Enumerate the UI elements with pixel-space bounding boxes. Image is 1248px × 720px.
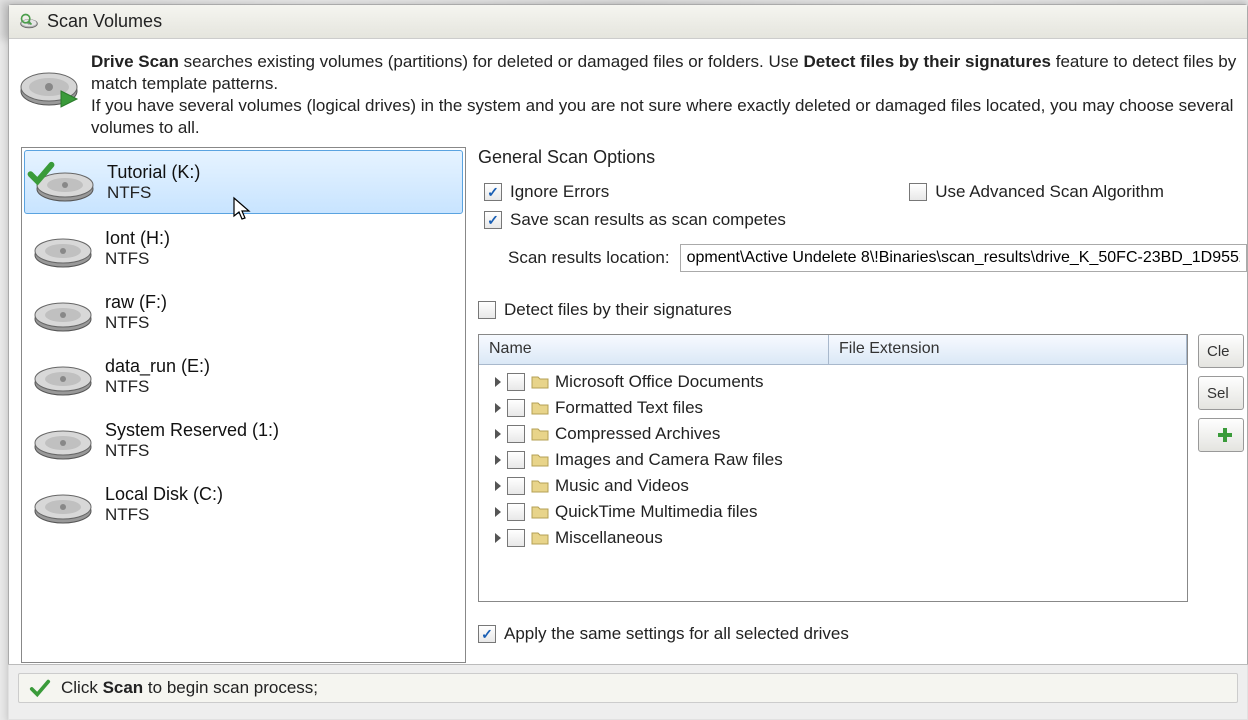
general-options-title: General Scan Options: [478, 147, 1247, 168]
category-label: Music and Videos: [555, 476, 689, 496]
folder-icon: [531, 452, 549, 468]
category-checkbox[interactable]: [507, 399, 525, 417]
expand-icon[interactable]: [495, 507, 501, 517]
volume-item[interactable]: System Reserved (1:)NTFS: [22, 408, 465, 472]
category-label: Formatted Text files: [555, 398, 703, 418]
detect-signatures-label: Detect files by their signatures: [504, 300, 732, 320]
folder-icon: [531, 478, 549, 494]
expand-icon[interactable]: [495, 533, 501, 543]
volume-name: raw (F:): [105, 292, 167, 313]
add-button[interactable]: [1198, 418, 1244, 452]
category-label: Compressed Archives: [555, 424, 720, 444]
volume-item[interactable]: data_run (E:)NTFS: [22, 344, 465, 408]
location-input[interactable]: [680, 244, 1247, 272]
folder-icon: [531, 400, 549, 416]
expand-icon[interactable]: [495, 481, 501, 491]
category-checkbox[interactable]: [507, 477, 525, 495]
signature-category-row[interactable]: Music and Videos: [481, 473, 1185, 499]
scan-icon: [19, 12, 39, 32]
drive-scan-icon: [17, 51, 81, 115]
drive-icon: [31, 355, 95, 397]
volume-name: System Reserved (1:): [105, 420, 279, 441]
plus-icon: [1216, 426, 1234, 444]
footer-text: Click Scan to begin scan process;: [61, 678, 318, 698]
volume-filesystem: NTFS: [107, 183, 200, 203]
titlebar[interactable]: Scan Volumes: [9, 5, 1247, 39]
volume-filesystem: NTFS: [105, 441, 279, 461]
expand-icon[interactable]: [495, 403, 501, 413]
category-label: Microsoft Office Documents: [555, 372, 763, 392]
folder-icon: [531, 504, 549, 520]
expand-icon[interactable]: [495, 455, 501, 465]
volume-item[interactable]: Iont (H:)NTFS: [22, 216, 465, 280]
folder-icon: [531, 530, 549, 546]
select-button[interactable]: Sel: [1198, 376, 1244, 410]
column-name[interactable]: Name: [479, 335, 829, 364]
check-icon: [29, 677, 51, 699]
category-checkbox[interactable]: [507, 451, 525, 469]
signature-category-row[interactable]: QuickTime Multimedia files: [481, 499, 1185, 525]
apply-same-settings-label: Apply the same settings for all selected…: [504, 624, 849, 644]
category-checkbox[interactable]: [507, 529, 525, 547]
column-extension[interactable]: File Extension: [829, 335, 1187, 364]
signature-category-row[interactable]: Compressed Archives: [481, 421, 1185, 447]
advanced-algorithm-label: Use Advanced Scan Algorithm: [935, 182, 1164, 202]
volume-item[interactable]: Tutorial (K:)NTFS: [24, 150, 463, 214]
category-label: Miscellaneous: [555, 528, 663, 548]
volume-filesystem: NTFS: [105, 249, 170, 269]
signature-category-row[interactable]: Images and Camera Raw files: [481, 447, 1185, 473]
drive-icon: [31, 291, 95, 333]
drive-icon: [31, 483, 95, 525]
save-results-label: Save scan results as scan competes: [510, 210, 786, 230]
category-checkbox[interactable]: [507, 373, 525, 391]
apply-same-settings-checkbox[interactable]: [478, 625, 496, 643]
ignore-errors-checkbox[interactable]: [484, 183, 502, 201]
volume-name: data_run (E:): [105, 356, 210, 377]
category-label: QuickTime Multimedia files: [555, 502, 757, 522]
scan-volumes-dialog: Scan Volumes Drive Scan searches existin…: [8, 4, 1248, 720]
clear-button[interactable]: Cle: [1198, 334, 1244, 368]
checkmark-icon: [27, 159, 55, 187]
footer: Click Scan to begin scan process;: [8, 664, 1248, 720]
volume-name: Tutorial (K:): [107, 162, 200, 183]
volume-filesystem: NTFS: [105, 377, 210, 397]
signatures-header: Name File Extension: [479, 335, 1187, 365]
volume-name: Local Disk (C:): [105, 484, 223, 505]
signature-category-row[interactable]: Microsoft Office Documents: [481, 369, 1185, 395]
drive-icon: [31, 419, 95, 461]
signature-category-row[interactable]: Miscellaneous: [481, 525, 1185, 551]
volume-filesystem: NTFS: [105, 505, 223, 525]
signature-category-row[interactable]: Formatted Text files: [481, 395, 1185, 421]
category-checkbox[interactable]: [507, 503, 525, 521]
drive-icon: [31, 227, 95, 269]
advanced-algorithm-checkbox[interactable]: [909, 183, 927, 201]
volume-list[interactable]: Tutorial (K:)NTFSIont (H:)NTFSraw (F:)NT…: [21, 147, 466, 663]
save-results-checkbox[interactable]: [484, 211, 502, 229]
volume-item[interactable]: raw (F:)NTFS: [22, 280, 465, 344]
category-checkbox[interactable]: [507, 425, 525, 443]
window-title: Scan Volumes: [47, 11, 162, 32]
description-text: Drive Scan searches existing volumes (pa…: [91, 51, 1239, 139]
ignore-errors-label: Ignore Errors: [510, 182, 609, 202]
expand-icon[interactable]: [495, 377, 501, 387]
volume-name: Iont (H:): [105, 228, 170, 249]
signatures-table: Name File Extension Microsoft Office Doc…: [478, 334, 1188, 602]
category-label: Images and Camera Raw files: [555, 450, 783, 470]
volume-filesystem: NTFS: [105, 313, 167, 333]
folder-icon: [531, 426, 549, 442]
drive-icon: [33, 161, 97, 203]
location-label: Scan results location:: [508, 248, 670, 268]
folder-icon: [531, 374, 549, 390]
expand-icon[interactable]: [495, 429, 501, 439]
detect-signatures-checkbox[interactable]: [478, 301, 496, 319]
volume-item[interactable]: Local Disk (C:)NTFS: [22, 472, 465, 536]
